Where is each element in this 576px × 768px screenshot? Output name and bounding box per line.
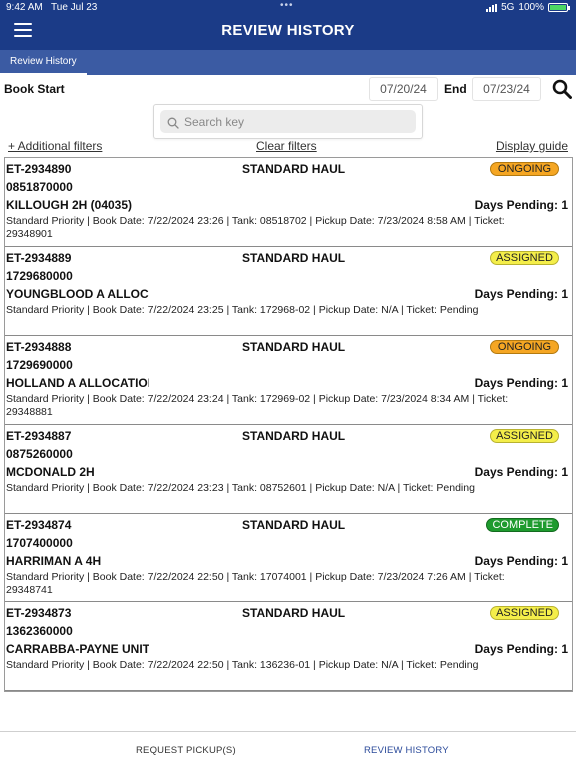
tab-review-history[interactable]: Review History — [0, 50, 87, 75]
well-name: CARRABBA-PAYNE UNIT 1 — [6, 642, 149, 657]
days-pending: Days Pending: 1 — [474, 198, 568, 212]
ticket-id: ET-2934873 — [6, 606, 72, 621]
days-pending: Days Pending: 1 — [474, 375, 568, 390]
bottom-nav: REQUEST PICKUP(S) REVIEW HISTORY — [0, 731, 576, 768]
haul-type: STANDARD HAUL — [242, 606, 346, 621]
filter-links: + Additional filters Clear filters Displ… — [0, 139, 576, 155]
status-badge: ASSIGNED — [490, 606, 559, 621]
ticket-number: 1707400000 — [6, 535, 73, 550]
search-input[interactable] — [160, 110, 416, 133]
ticket-id: ET-2934889 — [6, 250, 72, 265]
tab-strip: Review History — [0, 50, 576, 75]
haul-type: STANDARD HAUL — [242, 162, 346, 176]
multitask-dots[interactable]: ••• — [280, 0, 294, 11]
ticket-details: Standard Priority | Book Date: 7/22/2024… — [6, 481, 475, 494]
ticket-card[interactable]: ET-2934887 STANDARD HAUL ASSIGNED 087526… — [5, 425, 572, 514]
status-badge: ASSIGNED — [490, 250, 559, 265]
days-pending: Days Pending: 1 — [474, 286, 568, 301]
network-label: 5G — [501, 2, 515, 13]
nav-review-history[interactable]: REVIEW HISTORY — [364, 745, 449, 756]
well-name: HOLLAND A ALLOCATION — [6, 375, 149, 390]
ticket-details: Standard Priority | Book Date: 7/22/2024… — [6, 215, 505, 240]
ticket-card[interactable]: ET-2934890 STANDARD HAUL ONGOING 0851870… — [5, 158, 572, 247]
page-title: REVIEW HISTORY — [221, 22, 355, 39]
ticket-number: 1729690000 — [6, 357, 73, 372]
end-date-field[interactable]: 07/23/24 — [472, 77, 541, 101]
ticket-card[interactable]: ET-2934874 STANDARD HAUL COMPLETE 170740… — [5, 514, 572, 603]
signal-icon — [486, 3, 498, 12]
end-label: End — [444, 82, 467, 96]
status-badge: ONGOING — [490, 339, 559, 354]
well-name: MCDONALD 2H — [6, 464, 95, 479]
ticket-id: ET-2934887 — [6, 428, 72, 443]
status-time: 9:42 AM Tue Jul 23 — [6, 2, 98, 13]
ticket-id: ET-2934888 — [6, 339, 72, 354]
haul-type: STANDARD HAUL — [242, 339, 346, 354]
ticket-list: ET-2934890 STANDARD HAUL ONGOING 0851870… — [4, 157, 573, 692]
app-header: 9:42 AM Tue Jul 23 ••• 5G 100% REVIEW HI… — [0, 0, 576, 50]
display-guide-link[interactable]: Display guide — [496, 139, 568, 153]
ticket-details: Standard Priority | Book Date: 7/22/2024… — [6, 659, 479, 672]
ticket-number: 1729680000 — [6, 268, 73, 283]
ticket-id: ET-2934890 — [6, 162, 72, 176]
additional-filters-link[interactable]: + Additional filters — [8, 139, 102, 153]
battery-label: 100% — [518, 2, 544, 13]
ticket-number: 0851870000 — [6, 180, 73, 194]
well-name: HARRIMAN A 4H — [6, 553, 102, 568]
start-date-field[interactable]: 07/20/24 — [369, 77, 438, 101]
ticket-card[interactable]: ET-2934873 STANDARD HAUL ASSIGNED 136236… — [5, 602, 572, 692]
ticket-number: 0875260000 — [6, 446, 73, 461]
haul-type: STANDARD HAUL — [242, 250, 346, 265]
nav-request-pickups[interactable]: REQUEST PICKUP(S) — [136, 745, 236, 756]
search-field-icon — [167, 116, 179, 129]
haul-type: STANDARD HAUL — [242, 428, 346, 443]
ticket-id: ET-2934874 — [6, 517, 72, 532]
haul-type: STANDARD HAUL — [242, 517, 346, 532]
days-pending: Days Pending: 1 — [474, 642, 568, 657]
status-badge: COMPLETE — [486, 517, 559, 532]
battery-icon — [548, 3, 570, 12]
ticket-details: Standard Priority | Book Date: 7/22/2024… — [6, 303, 479, 316]
status-badge: ASSIGNED — [490, 428, 559, 443]
days-pending: Days Pending: 1 — [474, 553, 568, 568]
clear-filters-link[interactable]: Clear filters — [256, 139, 317, 153]
ticket-card[interactable]: ET-2934889 STANDARD HAUL ASSIGNED 172968… — [5, 247, 572, 336]
search-popover — [153, 104, 423, 139]
ticket-details: Standard Priority | Book Date: 7/22/2024… — [6, 570, 505, 596]
status-badge: ONGOING — [490, 162, 559, 176]
ticket-number: 1362360000 — [6, 624, 73, 639]
search-icon[interactable] — [552, 79, 572, 99]
days-pending: Days Pending: 1 — [474, 464, 568, 479]
status-indicators: 5G 100% — [486, 2, 570, 13]
well-name: KILLOUGH 2H (04035) — [6, 198, 133, 212]
ticket-details: Standard Priority | Book Date: 7/22/2024… — [6, 392, 509, 418]
ticket-card[interactable]: ET-2934888 STANDARD HAUL ONGOING 1729690… — [5, 336, 572, 425]
well-name: YOUNGBLOOD A ALLOC 1 — [6, 286, 149, 301]
book-start-label: Book Start — [4, 82, 65, 96]
